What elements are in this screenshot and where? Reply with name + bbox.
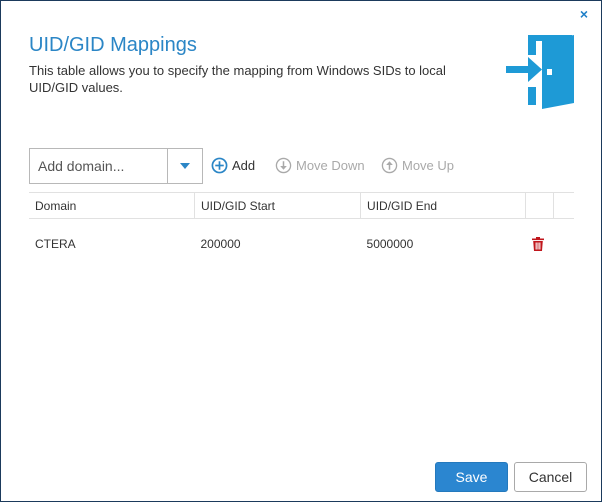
move-down-label: Move Down (296, 158, 365, 173)
uid-gid-mappings-dialog: × UID/GID Mappings This table allows you… (0, 0, 602, 502)
table-row[interactable]: CTERA 200000 5000000 (29, 219, 574, 270)
arrow-up-circle-icon (381, 157, 398, 174)
save-button[interactable]: Save (435, 462, 508, 492)
dialog-description: This table allows you to specify the map… (29, 63, 446, 95)
column-header-start[interactable]: UID/GID Start (194, 192, 362, 219)
move-up-button[interactable]: Move Up (381, 157, 454, 174)
add-domain-combobox[interactable] (29, 148, 203, 184)
column-header-actions (525, 192, 555, 219)
cell-spacer (554, 219, 574, 270)
domain-dropdown-button[interactable] (167, 149, 202, 183)
cell-actions (526, 219, 554, 270)
column-header-end[interactable]: UID/GID End (360, 192, 527, 219)
add-button[interactable]: Add (211, 157, 255, 174)
column-header-spacer (553, 192, 574, 219)
plus-circle-icon (211, 157, 228, 174)
close-icon[interactable]: × (577, 7, 591, 21)
arrow-down-circle-icon (275, 157, 292, 174)
cell-start: 200000 (200, 237, 241, 251)
cell-end: 5000000 (366, 237, 414, 251)
mappings-table: Domain UID/GID Start UID/GID End CTERA 2… (29, 192, 574, 269)
enter-door-icon (506, 35, 574, 109)
add-domain-input[interactable] (30, 149, 167, 183)
move-up-label: Move Up (402, 158, 455, 173)
dialog-title: UID/GID Mappings (29, 34, 197, 56)
cancel-button[interactable]: Cancel (514, 462, 587, 492)
move-down-button[interactable]: Move Down (275, 157, 365, 174)
add-label: Add (232, 158, 256, 173)
cell-domain: CTERA (35, 237, 76, 251)
column-header-domain[interactable]: Domain (29, 192, 195, 219)
table-header-row: Domain UID/GID Start UID/GID End (29, 192, 574, 219)
caret-down-icon (180, 163, 190, 169)
trash-icon[interactable] (531, 237, 544, 252)
